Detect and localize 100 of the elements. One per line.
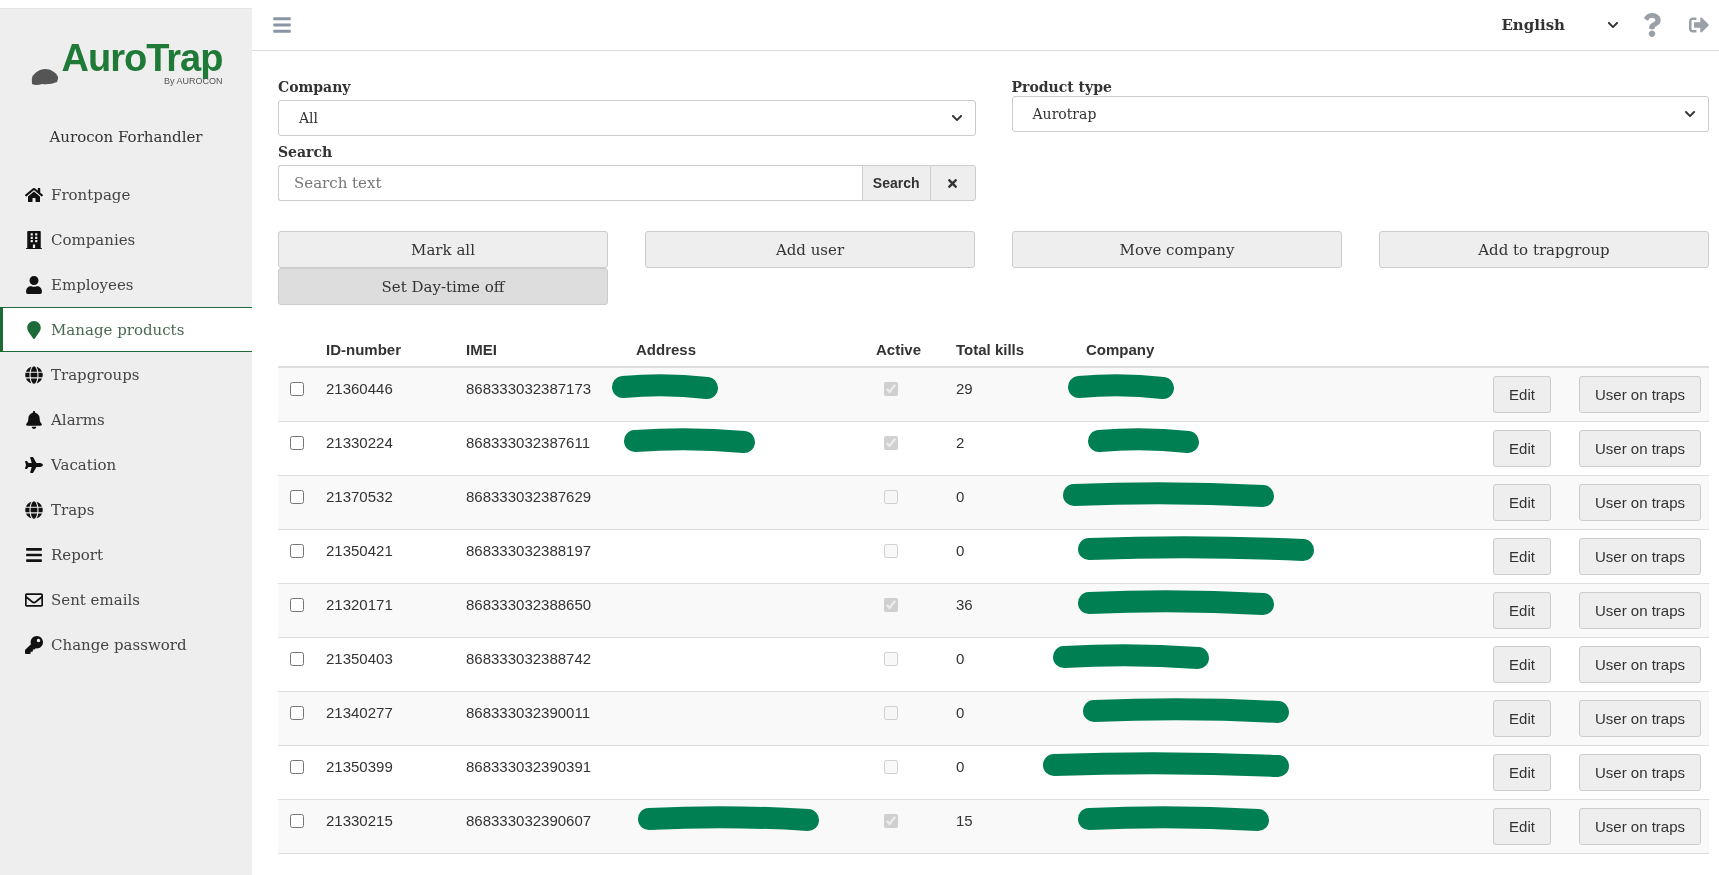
building-icon: [25, 230, 43, 249]
edit-button[interactable]: Edit: [1493, 429, 1551, 467]
sidebar-item[interactable]: Companies: [0, 217, 252, 262]
table-cell: 21320171: [326, 595, 393, 613]
row-checkbox[interactable]: [290, 705, 304, 720]
account-name: Aurocon Forhandler: [48, 128, 204, 146]
table-cell: 868333032390607: [466, 811, 592, 829]
table-cell: 0: [956, 649, 965, 667]
product-type-label: Product type: [1011, 79, 1113, 95]
user-on-traps-button[interactable]: User on traps: [1578, 645, 1701, 683]
table-cell: 21330215: [326, 811, 393, 829]
bell-icon: [25, 410, 43, 429]
user-on-traps-button[interactable]: User on traps: [1578, 375, 1701, 413]
edit-button[interactable]: Edit: [1493, 483, 1551, 521]
sidebar-item[interactable]: Employees: [0, 262, 252, 307]
logo-name: AuroTrap: [61, 39, 223, 77]
sidebar-item[interactable]: Alarms: [0, 397, 252, 442]
column-header: Total kills: [956, 341, 1025, 358]
sidebar-item[interactable]: Traps: [0, 487, 252, 532]
action-button[interactable]: Set Day-time off: [278, 268, 608, 305]
home-icon: [25, 185, 43, 204]
row-checkbox[interactable]: [290, 382, 304, 396]
company-label: Company: [278, 79, 352, 95]
chevron-down-icon: [1607, 19, 1619, 31]
search-label: Search: [278, 144, 334, 160]
table-cell: 29: [956, 380, 973, 397]
globe-icon: [25, 500, 43, 519]
sidebar-item[interactable]: Vacation: [0, 442, 252, 487]
action-button[interactable]: Move company: [1012, 231, 1342, 268]
table-cell: 868333032387173: [466, 380, 592, 397]
row-checkbox[interactable]: [290, 759, 304, 774]
user-on-traps-button[interactable]: User on traps: [1578, 699, 1701, 737]
person-icon: [25, 275, 43, 294]
table-cell: 868333032387629: [466, 487, 592, 505]
table-cell: 36: [956, 595, 973, 613]
action-button[interactable]: Add user: [645, 231, 975, 268]
airplane-icon: [25, 455, 43, 474]
clear-button[interactable]: [929, 165, 976, 201]
edit-button[interactable]: Edit: [1493, 591, 1551, 629]
user-on-traps-button[interactable]: User on traps: [1578, 537, 1701, 575]
sidebar-item[interactable]: Sent emails: [0, 577, 252, 622]
product-type-select[interactable]: Aurotrap: [1011, 96, 1709, 132]
menu-icon[interactable]: [272, 15, 292, 35]
search-field[interactable]: Search text: [278, 165, 862, 201]
table-cell: 2: [956, 433, 965, 451]
search-button[interactable]: Search: [861, 165, 930, 201]
table-cell: 21350399: [326, 757, 393, 775]
action-button[interactable]: Mark all: [278, 231, 608, 268]
sidebar-item[interactable]: Report: [0, 532, 252, 577]
edit-button[interactable]: Edit: [1493, 537, 1551, 575]
table-cell: 868333032388742: [466, 649, 592, 667]
user-on-traps-button[interactable]: User on traps: [1578, 483, 1701, 521]
row-checkbox[interactable]: [290, 813, 304, 828]
table-cell: 0: [956, 541, 965, 559]
table-cell: 0: [956, 487, 965, 505]
chevron-down-icon: [1684, 108, 1696, 120]
table-cell: 21330224: [326, 433, 393, 451]
edit-button[interactable]: Edit: [1493, 375, 1551, 413]
sidebar-item[interactable]: Trapgroups: [0, 352, 252, 397]
language-select[interactable]: English: [1501, 16, 1619, 34]
user-on-traps-button[interactable]: User on traps: [1578, 591, 1701, 629]
key-icon: [25, 635, 43, 654]
company-select[interactable]: All: [278, 100, 976, 136]
table-cell: 15: [956, 811, 973, 829]
table-cell: 868333032387611: [466, 433, 591, 451]
table-cell: 21340277: [326, 703, 393, 721]
chevron-down-icon: [950, 112, 963, 124]
envelope-icon: [25, 590, 43, 609]
row-checkbox[interactable]: [290, 489, 304, 504]
action-button[interactable]: Add to trapgroup: [1379, 231, 1709, 268]
edit-button[interactable]: Edit: [1493, 753, 1551, 791]
help-icon[interactable]: [1643, 13, 1661, 37]
row-checkbox[interactable]: [290, 543, 304, 558]
globe-icon: [25, 365, 43, 384]
column-header: Active: [876, 341, 922, 358]
table-cell: 21350403: [326, 649, 393, 667]
table-cell: 868333032388650: [466, 595, 592, 613]
table-cell: 21370532: [326, 487, 393, 505]
edit-button[interactable]: Edit: [1493, 645, 1551, 683]
column-header: ID-number: [326, 341, 401, 358]
menu-icon: [25, 545, 43, 564]
column-header: Company: [1086, 341, 1155, 358]
sidebar-item[interactable]: Change password: [0, 622, 252, 667]
user-on-traps-button[interactable]: User on traps: [1578, 807, 1701, 845]
sidebar-item[interactable]: Manage products: [0, 307, 252, 352]
table-cell: 868333032390011: [466, 703, 591, 721]
column-header: Address: [636, 341, 697, 358]
sidebar-item[interactable]: Frontpage: [0, 172, 252, 217]
edit-button[interactable]: Edit: [1493, 699, 1551, 737]
logout-icon[interactable]: [1689, 15, 1709, 35]
table-cell: 0: [956, 757, 965, 775]
table-cell: 21360446: [326, 380, 393, 397]
table-cell: 0: [956, 703, 965, 721]
row-checkbox[interactable]: [290, 651, 304, 666]
row-checkbox[interactable]: [290, 435, 304, 450]
column-header: IMEI: [466, 341, 497, 358]
user-on-traps-button[interactable]: User on traps: [1578, 429, 1701, 467]
row-checkbox[interactable]: [290, 597, 304, 612]
user-on-traps-button[interactable]: User on traps: [1578, 753, 1701, 791]
edit-button[interactable]: Edit: [1493, 807, 1551, 845]
